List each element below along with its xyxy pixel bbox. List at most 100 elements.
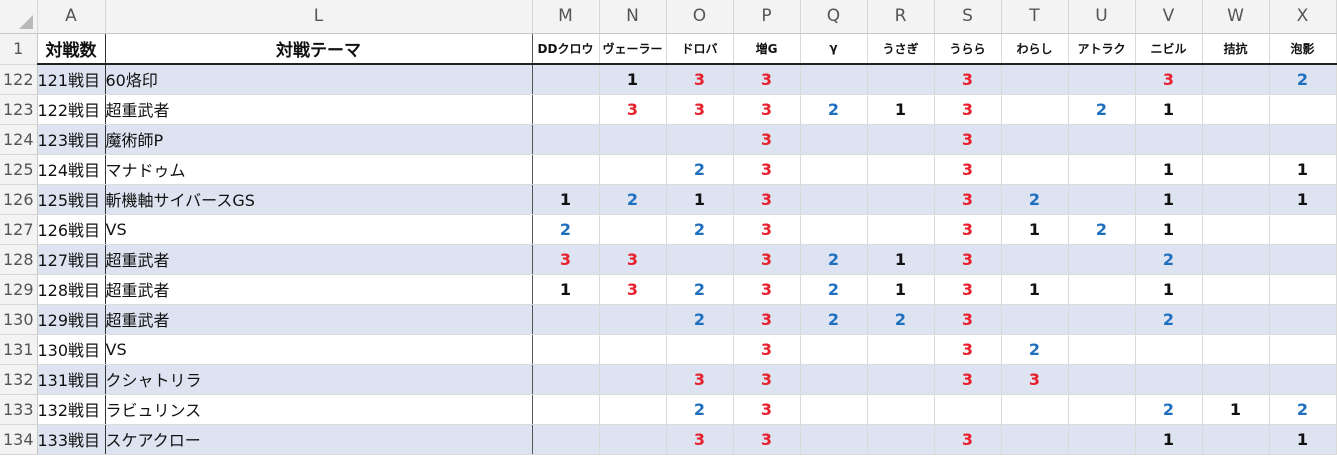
value-cell[interactable]: 2 [666,154,734,185]
column-header-n[interactable]: N [599,0,667,34]
value-cell[interactable]: 2 [800,244,868,275]
value-cell[interactable]: 1 [1001,274,1069,305]
value-cell[interactable] [1202,304,1270,335]
value-cell[interactable] [867,424,935,455]
value-cell[interactable]: 3 [733,394,801,425]
value-cell[interactable] [1068,424,1136,455]
value-cell[interactable] [1202,94,1270,125]
value-cell[interactable] [800,424,868,455]
column-header-o[interactable]: O [666,0,734,34]
value-cell[interactable] [1068,244,1136,275]
value-cell[interactable]: 3 [733,424,801,455]
column-header-s[interactable]: S [934,0,1002,34]
value-cell[interactable]: 3 [934,304,1002,335]
value-cell[interactable] [1269,334,1337,365]
value-cell[interactable]: 3 [934,184,1002,215]
value-cell[interactable]: 3 [934,94,1002,125]
column-header-a[interactable]: A [37,0,106,34]
value-cell[interactable]: 1 [532,184,600,215]
count-cell[interactable]: 132戦目 [36,394,106,425]
header-card-cell[interactable]: 泡影 [1269,33,1337,65]
row-header[interactable]: 124 [0,124,38,155]
value-cell[interactable] [1068,304,1136,335]
row-header[interactable]: 122 [0,64,38,95]
value-cell[interactable] [800,124,868,155]
theme-cell[interactable]: クシャトリラ [105,364,533,395]
header-card-cell[interactable]: 増G [733,33,801,65]
theme-cell[interactable]: VS [105,214,533,245]
value-cell[interactable] [599,214,667,245]
count-cell[interactable]: 126戦目 [36,214,106,245]
value-cell[interactable] [1269,274,1337,305]
value-cell[interactable]: 2 [867,304,935,335]
count-cell[interactable]: 130戦目 [36,334,106,365]
row-header[interactable]: 126 [0,184,38,215]
value-cell[interactable]: 2 [666,394,734,425]
header-theme-cell[interactable]: 対戦テーマ [105,33,533,65]
value-cell[interactable] [1001,394,1069,425]
header-card-cell[interactable]: γ [800,33,868,65]
value-cell[interactable]: 3 [934,124,1002,155]
value-cell[interactable] [867,334,935,365]
value-cell[interactable] [532,154,600,185]
value-cell[interactable]: 3 [733,124,801,155]
header-card-cell[interactable]: うさぎ [867,33,935,65]
value-cell[interactable] [532,394,600,425]
value-cell[interactable]: 2 [1135,304,1203,335]
value-cell[interactable] [800,334,868,365]
theme-cell[interactable]: 60烙印 [105,64,533,95]
value-cell[interactable]: 1 [1269,154,1337,185]
value-cell[interactable] [867,394,935,425]
column-header-w[interactable]: W [1202,0,1270,34]
value-cell[interactable] [1269,244,1337,275]
value-cell[interactable]: 2 [800,274,868,305]
value-cell[interactable]: 2 [666,274,734,305]
value-cell[interactable] [1068,394,1136,425]
value-cell[interactable]: 1 [867,244,935,275]
value-cell[interactable] [532,124,600,155]
value-cell[interactable]: 3 [733,364,801,395]
value-cell[interactable]: 1 [1135,184,1203,215]
value-cell[interactable] [1068,334,1136,365]
value-cell[interactable]: 2 [1068,214,1136,245]
value-cell[interactable] [1001,94,1069,125]
value-cell[interactable]: 3 [599,274,667,305]
value-cell[interactable]: 3 [934,364,1002,395]
value-cell[interactable]: 1 [1202,394,1270,425]
count-cell[interactable]: 123戦目 [36,124,106,155]
value-cell[interactable] [532,334,600,365]
value-cell[interactable]: 3 [733,184,801,215]
value-cell[interactable] [867,154,935,185]
value-cell[interactable]: 1 [532,274,600,305]
value-cell[interactable]: 2 [1068,94,1136,125]
header-card-cell[interactable]: ドロバ [666,33,734,65]
header-count-cell[interactable]: 対戦数 [36,33,106,65]
theme-cell[interactable]: 超重武者 [105,304,533,335]
value-cell[interactable] [532,424,600,455]
theme-cell[interactable]: 斬機軸サイバースGS [105,184,533,215]
value-cell[interactable] [1001,124,1069,155]
value-cell[interactable]: 2 [532,214,600,245]
header-card-cell[interactable]: うらら [934,33,1002,65]
value-cell[interactable]: 3 [934,214,1002,245]
value-cell[interactable] [1202,274,1270,305]
value-cell[interactable] [532,364,600,395]
row-header[interactable]: 133 [0,394,38,425]
value-cell[interactable]: 3 [733,94,801,125]
count-cell[interactable]: 127戦目 [36,244,106,275]
value-cell[interactable]: 1 [666,184,734,215]
value-cell[interactable] [1135,124,1203,155]
row-header[interactable]: 130 [0,304,38,335]
value-cell[interactable] [800,394,868,425]
value-cell[interactable] [1202,184,1270,215]
value-cell[interactable]: 3 [733,154,801,185]
value-cell[interactable] [599,364,667,395]
value-cell[interactable] [800,154,868,185]
row-header[interactable]: 129 [0,274,38,305]
column-header-p[interactable]: P [733,0,801,34]
value-cell[interactable] [1135,364,1203,395]
value-cell[interactable]: 1 [867,94,935,125]
value-cell[interactable] [1068,184,1136,215]
value-cell[interactable]: 3 [934,274,1002,305]
value-cell[interactable] [800,184,868,215]
